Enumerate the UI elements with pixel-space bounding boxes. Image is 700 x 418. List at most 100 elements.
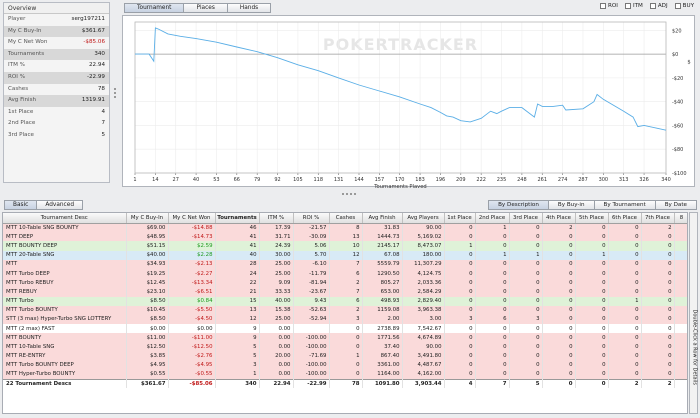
column-header[interactable]: 7th Place: [641, 213, 675, 224]
y-tick-label: -$20: [672, 76, 683, 82]
table-row[interactable]: MTT 10-Table SNG $12.50 -$12.50 5 0.00 -100.0…: [3, 342, 687, 352]
view-tabs: Basic Advanced: [4, 200, 83, 210]
column-header[interactable]: 8: [674, 213, 687, 224]
sort-tab-by-description[interactable]: By Description: [488, 200, 549, 210]
table-cell: [674, 241, 687, 251]
table-cell: 0: [509, 268, 543, 279]
column-header[interactable]: 2nd Place: [475, 213, 510, 224]
tab-places[interactable]: Places: [183, 3, 228, 13]
details-side-tab[interactable]: Double-Click a Row for Details: [689, 212, 698, 414]
table-total-cell: 4: [444, 378, 476, 389]
table-cell: 0: [509, 278, 543, 288]
table-cell: MTT RE-ENTRY: [3, 351, 127, 361]
table-row[interactable]: MTT BOUNTY $11.00 -$11.00 9 0.00 -100.00 0 1771…: [3, 333, 687, 343]
vertical-splitter[interactable]: [112, 2, 118, 183]
column-header[interactable]: Avg Finish: [362, 213, 403, 224]
table-cell: -23.67: [293, 287, 330, 297]
table-cell: 67.08: [362, 250, 403, 260]
sort-tab-by-buy-in[interactable]: By Buy-in: [547, 200, 595, 210]
table-cell: 0: [608, 351, 642, 361]
overview-value: 22.94: [88, 62, 105, 69]
table-cell: $19.25: [126, 268, 169, 279]
table-row[interactable]: MTT DEEP $48.95 -$14.73 41 31.71 -30.09 13 1444…: [3, 232, 687, 242]
sort-tab-by-tournament[interactable]: By Tournament: [593, 200, 656, 210]
x-tick-label: 261: [537, 177, 547, 183]
table-row[interactable]: STT (3 max) Hyper-Turbo SNG LOTTERY $8.50…: [3, 314, 687, 325]
table-cell: 0: [329, 370, 363, 380]
tab-hands[interactable]: Hands: [226, 3, 272, 13]
column-header[interactable]: 3rd Place: [509, 213, 543, 224]
column-header[interactable]: Cashes: [329, 213, 363, 224]
view-tab-advanced[interactable]: Advanced: [36, 200, 83, 210]
x-tick-label: 131: [334, 177, 344, 183]
table-cell: [674, 342, 687, 352]
checkbox-icon[interactable]: [649, 3, 656, 9]
column-header[interactable]: ITM %: [259, 213, 294, 224]
checkbox-icon[interactable]: [599, 3, 606, 9]
x-tick-label: 79: [254, 177, 260, 183]
pokertracker-watermark: POKERTRACKER: [323, 35, 478, 54]
table-cell: 5.06: [293, 241, 330, 251]
table-row[interactable]: MTT REBUY $23.10 -$6.51 21 33.33 -23.67 7 653.0…: [3, 287, 687, 297]
x-tick-label: 53: [213, 177, 219, 183]
table-cell: 0: [475, 351, 510, 361]
overview-value: 4: [101, 108, 105, 115]
table-row[interactable]: MTT Turbo DEEP $19.25 -$2.27 24 25.00 -11.79 6…: [3, 268, 687, 279]
filter-roi[interactable]: ROI: [599, 3, 618, 9]
overview-value: serg197211: [71, 16, 105, 22]
table-cell: 31.71: [259, 232, 294, 242]
table-cell: 2,033.36: [402, 278, 445, 288]
table-row[interactable]: MTT Turbo REBUY $12.45 -$13.34 22 9.09 -81.94…: [3, 278, 687, 288]
table-cell: 0: [542, 259, 576, 269]
column-header[interactable]: My C Buy-In: [126, 213, 169, 224]
table-cell: $40.00: [126, 250, 169, 260]
column-header[interactable]: Avg Players: [402, 213, 445, 224]
table-cell: MTT Turbo: [3, 296, 127, 306]
column-header[interactable]: ROI %: [293, 213, 330, 224]
table-row[interactable]: MTT Turbo $8.50 $0.84 15 40.00 9.43 6 498.93 2,8…: [3, 296, 687, 306]
table-row[interactable]: MTT RE-ENTRY $3.85 -$2.76 5 20.00 -71.69 1 867.…: [3, 351, 687, 361]
table-cell: 1: [608, 296, 642, 306]
table-cell: 0: [475, 370, 510, 380]
table-cell: 0: [575, 360, 609, 370]
sort-tab-by-date[interactable]: By Date: [654, 200, 697, 210]
table-row[interactable]: MTT Turbo BOUNTY $10.45 -$5.50 13 15.38 -52.6…: [3, 305, 687, 315]
filter-itm[interactable]: ITM: [624, 3, 643, 9]
column-header[interactable]: 1st Place: [444, 213, 476, 224]
table-row[interactable]: MTT Turbo BOUNTY DEEP $4.95 -$4.95 3 0.00 -10…: [3, 360, 687, 370]
filter-buy[interactable]: BUY: [674, 3, 694, 9]
table-row[interactable]: MTT (2 max) FAST $0.00 $0.00 9 0.00 0 2738.89 7…: [3, 324, 687, 334]
column-header[interactable]: My C Net Won: [168, 213, 216, 224]
table-cell: 0: [641, 287, 675, 297]
overview-row: Player serg197211: [4, 14, 109, 26]
table-cell: 3361.00: [362, 360, 403, 370]
table-cell: 0: [641, 324, 675, 334]
column-header[interactable]: 6th Place: [608, 213, 642, 224]
table-row[interactable]: MTT 20-Table SNG $40.00 $2.28 40 30.00 5.70 12…: [3, 250, 687, 260]
column-header[interactable]: Tournaments: [215, 213, 260, 224]
table-cell: 0: [608, 342, 642, 352]
checkbox-icon[interactable]: [624, 3, 631, 9]
filter-adj[interactable]: ADJ: [649, 3, 668, 9]
table-row[interactable]: MTT BOUNTY DEEP $51.15 $2.59 41 24.39 5.06 10 2…: [3, 241, 687, 251]
table-row[interactable]: MTT Hyper-Turbo BOUNTY $0.55 -$0.55 1 0.00 -1…: [3, 370, 687, 380]
x-tick-label: 157: [375, 177, 385, 183]
tab-tournament[interactable]: Tournament: [124, 3, 185, 13]
table-cell: 0: [575, 296, 609, 306]
table-cell: 0: [608, 314, 642, 325]
table-cell: $2.59: [168, 241, 216, 251]
checkbox-icon[interactable]: [674, 3, 681, 9]
table-cell: 0: [575, 278, 609, 288]
column-header[interactable]: 5th Place: [575, 213, 609, 224]
table-cell: 5: [215, 342, 260, 352]
view-tab-basic[interactable]: Basic: [4, 200, 38, 210]
column-header[interactable]: Tournament Desc: [3, 213, 127, 224]
table-cell: 0: [608, 278, 642, 288]
table-cell: 0: [608, 305, 642, 315]
table-row[interactable]: MTT $34.93 -$2.13 28 25.00 -6.10 7 5559.79 11,30…: [3, 259, 687, 269]
column-header[interactable]: 4th Place: [542, 213, 576, 224]
table-cell: 0: [575, 324, 609, 334]
table-cell: 0: [475, 287, 510, 297]
horizontal-splitter[interactable]: [342, 193, 358, 196]
table-row[interactable]: MTT 10-Table SNG BOUNTY $69.00 -$14.88 46 17…: [3, 223, 687, 233]
